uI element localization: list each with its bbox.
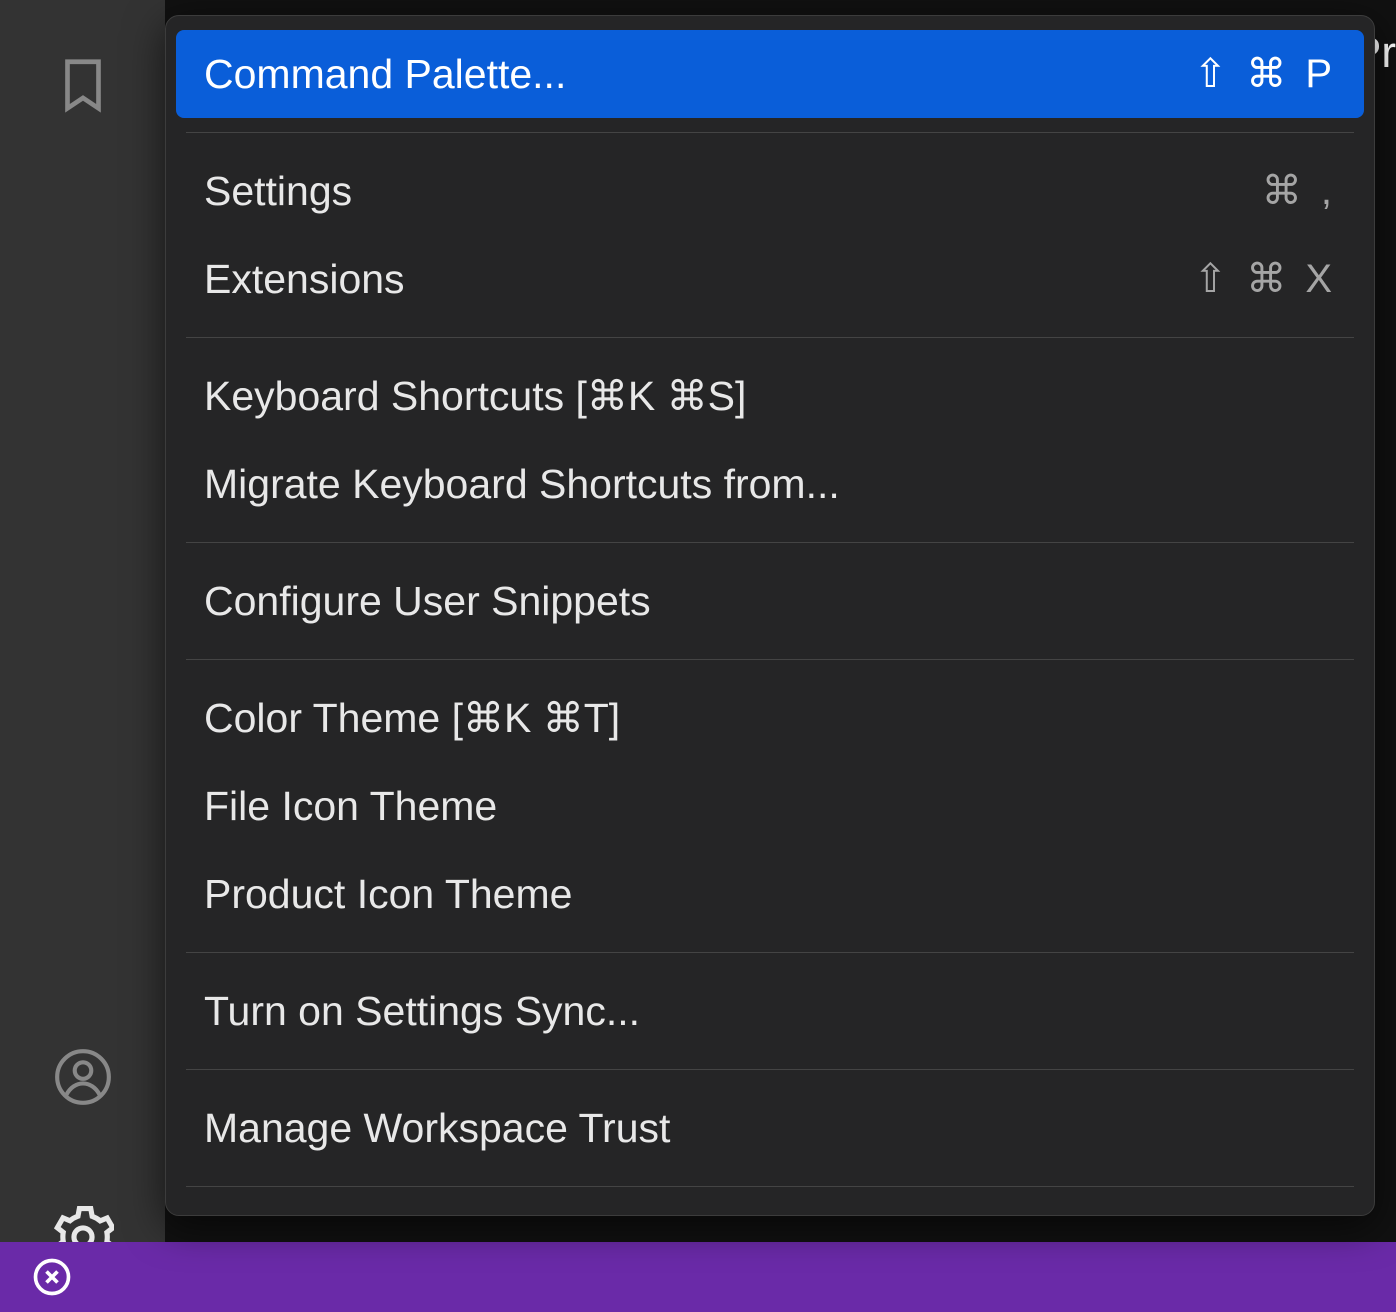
menu-separator	[186, 337, 1354, 338]
accounts-icon[interactable]	[48, 1042, 118, 1112]
menu-separator	[186, 542, 1354, 543]
menu-separator	[186, 659, 1354, 660]
menu-item-label: File Icon Theme	[204, 783, 497, 830]
settings-context-menu: Command Palette... ⇧ ⌘ P Settings ⌘ , Extens…	[165, 15, 1375, 1216]
menu-separator	[186, 952, 1354, 953]
menu-item[interactable]: Color Theme [⌘K ⌘T]	[166, 674, 1374, 762]
menu-item-label: Configure User Snippets	[204, 578, 651, 625]
activity-bar	[0, 0, 165, 1312]
menu-item[interactable]: Turn on Settings Sync...	[166, 967, 1374, 1055]
error-icon[interactable]	[30, 1255, 74, 1299]
menu-separator	[186, 1069, 1354, 1070]
menu-item-label: Command Palette...	[204, 51, 566, 98]
menu-item-shortcut: ⇧ ⌘ X	[1194, 256, 1336, 302]
bookmark-icon[interactable]	[48, 50, 118, 120]
menu-item-label: Keyboard Shortcuts [⌘K ⌘S]	[204, 372, 746, 420]
menu-item-label: Settings	[204, 168, 352, 215]
menu-item-shortcut: ⌘ ,	[1262, 168, 1336, 214]
menu-item[interactable]: Settings ⌘ ,	[166, 147, 1374, 235]
menu-item[interactable]: Configure User Snippets	[166, 557, 1374, 645]
menu-item-label: Migrate Keyboard Shortcuts from...	[204, 461, 840, 508]
menu-separator	[186, 1186, 1354, 1187]
menu-item[interactable]: Command Palette... ⇧ ⌘ P	[176, 30, 1364, 118]
menu-item-label: Turn on Settings Sync...	[204, 988, 640, 1035]
menu-item[interactable]: Keyboard Shortcuts [⌘K ⌘S]	[166, 352, 1374, 440]
menu-item[interactable]: Manage Workspace Trust	[166, 1084, 1374, 1172]
menu-item[interactable]: Product Icon Theme	[166, 850, 1374, 938]
menu-item-label: Color Theme [⌘K ⌘T]	[204, 694, 620, 742]
menu-item[interactable]: Migrate Keyboard Shortcuts from...	[166, 440, 1374, 528]
menu-item-label: Product Icon Theme	[204, 871, 572, 918]
menu-separator	[186, 132, 1354, 133]
status-bar	[0, 1242, 1396, 1312]
menu-item-label: Manage Workspace Trust	[204, 1105, 670, 1152]
menu-item[interactable]: Extensions ⇧ ⌘ X	[166, 235, 1374, 323]
menu-item-label: Extensions	[204, 256, 405, 303]
menu-item-shortcut: ⇧ ⌘ P	[1194, 51, 1336, 97]
menu-item[interactable]: File Icon Theme	[166, 762, 1374, 850]
